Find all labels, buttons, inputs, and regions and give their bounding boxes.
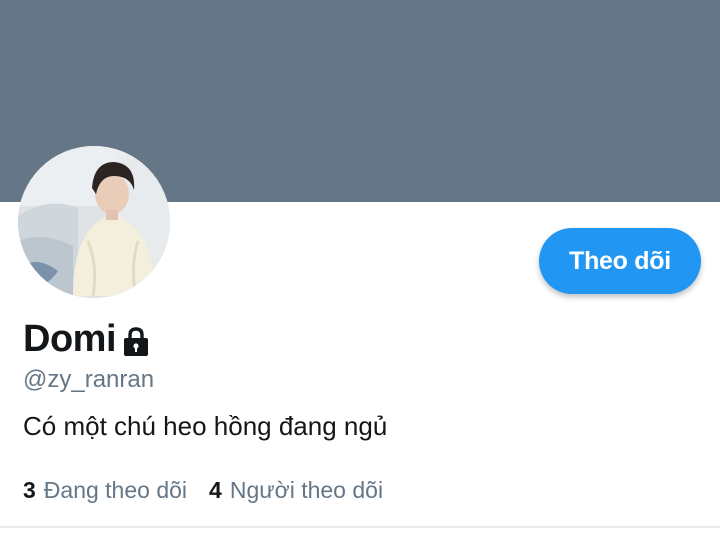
profile-bio: Có một chú heo hồng đang ngủ (23, 411, 388, 441)
followers-label: Người theo dõi (229, 477, 384, 503)
following-label: Đang theo dõi (43, 477, 188, 503)
avatar-photo (18, 146, 170, 298)
followers-stat[interactable]: 4 Người theo dõi (209, 475, 383, 505)
follow-stats: 3 Đang theo dõi 4 Người theo dõi (23, 475, 405, 505)
follow-button[interactable]: Theo dõi (539, 228, 701, 294)
lock-icon (120, 327, 152, 357)
following-count: 3 (23, 477, 36, 503)
avatar[interactable] (18, 146, 170, 298)
user-handle: @zy_ranran (23, 366, 155, 393)
display-name: Domi (23, 318, 117, 360)
profile-page: Theo dõi Domi @zy_ranran Có một chú heo … (0, 0, 720, 540)
name-row: Domi (23, 316, 152, 362)
following-stat[interactable]: 3 Đang theo dõi (23, 475, 187, 505)
section-divider (0, 526, 720, 528)
followers-count: 4 (209, 477, 222, 503)
